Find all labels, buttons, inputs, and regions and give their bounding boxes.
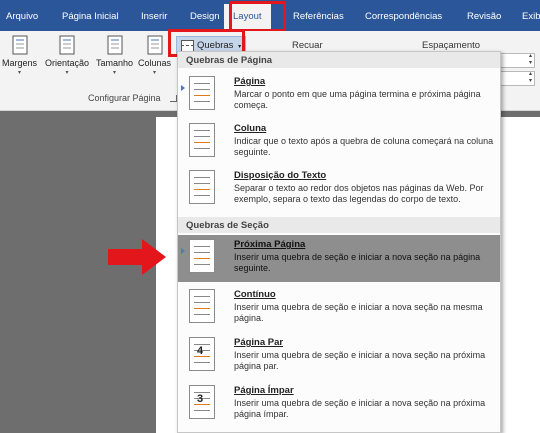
menu-item-title: Página <box>234 76 266 87</box>
size-icon <box>107 35 123 55</box>
menu-item-title: Página Par <box>234 337 284 348</box>
layout-tab-highlight <box>229 1 286 32</box>
disposicao-texto-item[interactable]: Disposição do Texto Separar o texto ao re… <box>178 166 500 214</box>
odd-page-icon: 3 <box>189 385 215 419</box>
even-page-icon: 4 <box>189 337 215 371</box>
menu-item-description: Inserir uma quebra de seção e iniciar a … <box>234 252 481 273</box>
menu-item-description: Inserir uma quebra de seção e iniciar a … <box>234 302 483 323</box>
proxima-pagina-item[interactable]: Próxima Página Inserir uma quebra de seçã… <box>178 235 500 282</box>
menu-item-title: Coluna <box>234 123 267 134</box>
orientation-icon <box>59 35 75 55</box>
chevron-down-icon: ▾ <box>18 70 22 76</box>
continuo-item[interactable]: Contínuo Inserir uma quebra de seção e in… <box>178 285 500 329</box>
tab-arquivo[interactable]: Arquivo <box>6 11 38 22</box>
menu-item-description: Indicar que o texto após a quebra de col… <box>234 136 494 157</box>
menu-item-description: Inserir uma quebra de seção e iniciar a … <box>234 398 486 419</box>
menu-item-title: Contínuo <box>234 289 276 300</box>
continuous-icon <box>189 289 215 323</box>
quebras-dropdown-menu: Quebras de Página Quebras de Seção Págin… <box>177 51 501 433</box>
menu-item-description: Inserir uma quebra de seção e iniciar a … <box>234 350 486 371</box>
next-page-icon <box>189 239 215 273</box>
tab-revisao[interactable]: Revisão <box>467 11 501 22</box>
menu-item-description: Marcar o ponto em que uma página termina… <box>234 89 481 110</box>
section-header-quebras-pagina: Quebras de Página <box>178 52 500 68</box>
menu-item-title: Próxima Página <box>234 239 306 250</box>
espacamento-label: Espaçamento <box>422 40 481 51</box>
dialog-launcher-icon[interactable] <box>170 95 177 102</box>
margens-button[interactable]: Margens ▾ <box>2 35 37 76</box>
quebra-pagina-item[interactable]: Página Marcar o ponto em que uma página t… <box>178 72 500 116</box>
recuar-label: Recuar <box>292 40 323 51</box>
tamanho-button[interactable]: Tamanho ▾ <box>96 35 133 76</box>
section-header-quebras-secao: Quebras de Seção <box>178 217 500 233</box>
margins-icon <box>12 35 27 55</box>
tab-pagina-inicial[interactable]: Página Inicial <box>62 11 119 22</box>
pagina-par-item[interactable]: 4 Página Par Inserir uma quebra de seção e… <box>178 333 500 377</box>
selection-marker-icon <box>181 85 185 91</box>
tab-exibir[interactable]: Exib <box>522 11 540 22</box>
tamanho-label: Tamanho <box>96 58 134 68</box>
tab-referencias[interactable]: Referências <box>293 11 344 22</box>
chevron-down-icon: ▾ <box>113 70 117 76</box>
menu-item-description: Separar o texto ao redor dos objetos nas… <box>234 183 484 204</box>
colunas-button[interactable]: Colunas ▾ <box>138 35 171 76</box>
text-wrapping-icon <box>189 170 215 204</box>
columns-icon <box>147 35 163 55</box>
margens-label: Margens <box>2 58 38 68</box>
orientacao-label: Orientação <box>45 58 90 68</box>
menu-item-title: Página Ímpar <box>234 385 294 396</box>
column-break-icon <box>189 123 215 157</box>
chevron-down-icon: ▾ <box>153 70 157 76</box>
tab-correspondencias[interactable]: Correspondências <box>365 11 442 22</box>
colunas-label: Colunas <box>138 58 172 68</box>
configurar-pagina-group-label: Configurar Página <box>88 93 161 103</box>
quebra-coluna-item[interactable]: Coluna Indicar que o texto após a quebra … <box>178 119 500 163</box>
selection-marker-icon <box>181 248 185 254</box>
chevron-down-icon: ▾ <box>65 70 69 76</box>
tab-design[interactable]: Design <box>190 11 220 22</box>
pagina-impar-item[interactable]: 3 Página Ímpar Inserir uma quebra de seção… <box>178 381 500 425</box>
page-break-icon <box>189 76 215 110</box>
tab-inserir[interactable]: Inserir <box>141 11 167 22</box>
red-arrow-icon <box>108 239 166 275</box>
orientacao-button[interactable]: Orientação ▾ <box>45 35 89 76</box>
menu-item-title: Disposição do Texto <box>234 170 327 181</box>
